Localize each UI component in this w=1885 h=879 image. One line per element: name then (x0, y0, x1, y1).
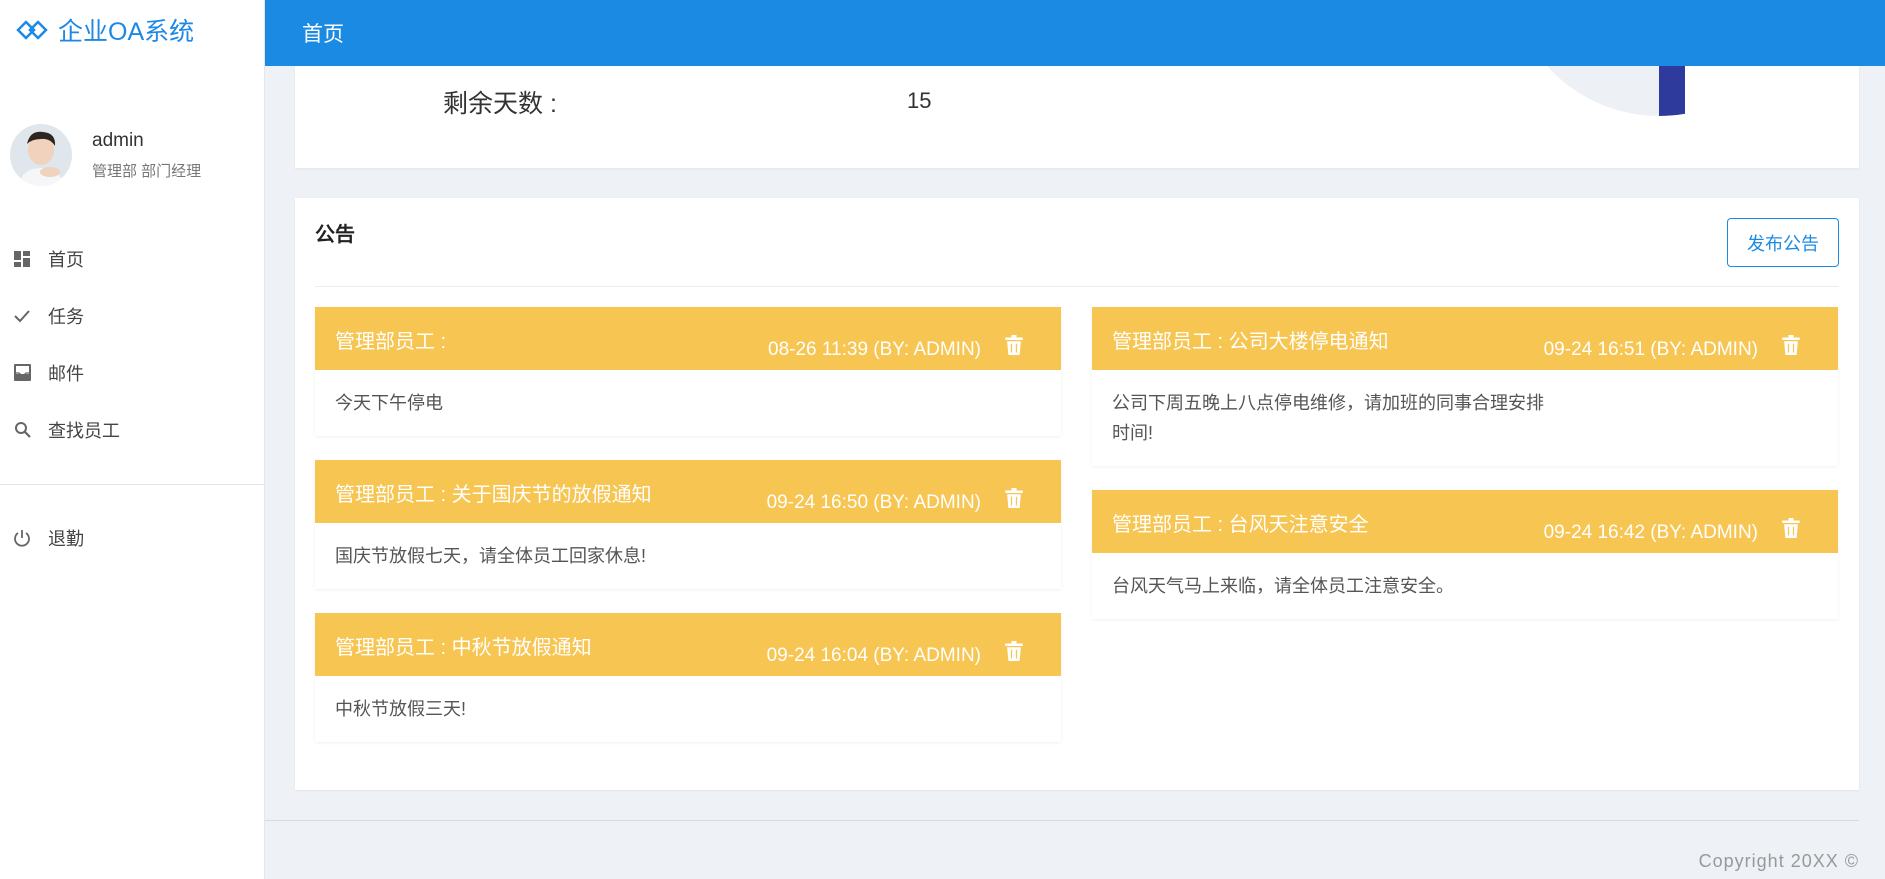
pie-slice-remaining (1547, 66, 1659, 116)
notice-body: 台风天气马上来临，请全体员工注意安全。 (1092, 553, 1838, 619)
brand-title: 企业OA系统 (58, 18, 195, 46)
mail-icon (12, 363, 32, 383)
notice-meta: 08-26 11:39 (BY: ADMIN) (768, 339, 981, 360)
search-icon (12, 420, 32, 440)
notice-title: 管理部员工 : 关于国庆节的放假通知 (335, 484, 652, 506)
user-role: 管理部 部门经理 (92, 162, 202, 180)
logout-label: 退勤 (48, 528, 84, 549)
menu-divider (0, 484, 264, 485)
dashboard-icon (12, 249, 32, 269)
notice-meta: 09-24 16:50 (BY: ADMIN) (766, 492, 981, 513)
trash-icon[interactable] (1005, 488, 1023, 508)
brand[interactable]: 企业OA系统 (0, 0, 264, 60)
notice-header: 管理部员工 : 中秋节放假通知 09-24 16:04 (BY: ADMIN) (315, 613, 1061, 676)
notice-item: 管理部员工 : 台风天注意安全 09-24 16:42 (BY: ADMIN) … (1092, 490, 1838, 619)
notice-item: 管理部员工 : 公司大楼停电通知 09-24 16:51 (BY: ADMIN)… (1092, 307, 1838, 466)
notice-column-right: 管理部员工 : 公司大楼停电通知 09-24 16:51 (BY: ADMIN)… (1092, 307, 1838, 643)
top-header: 首页 (265, 0, 1885, 66)
notice-body: 今天下午停电 (315, 370, 1061, 436)
notice-content: 台风天气马上来临，请全体员工注意安全。 (1112, 576, 1454, 596)
notice-card-title: 公告 (315, 224, 355, 246)
leave-summary-card: 剩余天数 : 15 (295, 66, 1859, 168)
side-menu: 首页 任务 邮件 查找员工 退勤 (0, 230, 264, 566)
notice-body: 国庆节放假七天，请全体员工回家休息! (315, 523, 1061, 589)
trash-icon[interactable] (1782, 518, 1800, 538)
trash-icon[interactable] (1005, 335, 1023, 355)
notice-header: 管理部员工 : 08-26 11:39 (BY: ADMIN) (315, 307, 1061, 370)
sidebar-item-label: 邮件 (48, 363, 84, 384)
pie-slice-used (1659, 66, 1685, 116)
trash-icon[interactable] (1005, 641, 1023, 661)
notice-meta: 09-24 16:51 (BY: ADMIN) (1543, 339, 1758, 360)
notice-header: 管理部员工 : 公司大楼停电通知 09-24 16:51 (BY: ADMIN) (1092, 307, 1838, 370)
power-icon (12, 528, 32, 548)
notice-meta: 09-24 16:04 (BY: ADMIN) (766, 645, 981, 666)
leave-pie-chart (1547, 66, 1685, 116)
notice-item: 管理部员工 : 中秋节放假通知 09-24 16:04 (BY: ADMIN) … (315, 613, 1061, 742)
sidebar-item-label: 任务 (48, 306, 84, 327)
notice-item: 管理部员工 : 关于国庆节的放假通知 09-24 16:50 (BY: ADMI… (315, 460, 1061, 589)
notice-content: 国庆节放假七天，请全体员工回家休息! (335, 546, 646, 566)
sidebar-item-home[interactable]: 首页 (0, 230, 264, 287)
publish-notice-button[interactable]: 发布公告 (1727, 218, 1839, 267)
notice-body: 公司下周五晚上八点停电维修，请加班的同事合理安排时间! (1092, 370, 1838, 466)
notice-card: 公告 发布公告 管理部员工 : 08-26 11:39 (BY: ADMIN) … (295, 198, 1859, 790)
footer-divider (265, 820, 1859, 821)
sidebar-item-mail[interactable]: 邮件 (0, 344, 264, 401)
remaining-days-value: 15 (907, 88, 932, 113)
sidebar-item-label: 查找员工 (48, 420, 120, 441)
notice-content: 公司下周五晚上八点停电维修，请加班的同事合理安排时间! (1112, 393, 1544, 443)
sidebar-item-label: 首页 (48, 249, 84, 270)
notice-meta: 09-24 16:42 (BY: ADMIN) (1543, 522, 1758, 543)
notice-column-left: 管理部员工 : 08-26 11:39 (BY: ADMIN) 今天下午停电 管… (315, 307, 1061, 766)
notice-title: 管理部员工 : (335, 331, 447, 353)
notice-item: 管理部员工 : 08-26 11:39 (BY: ADMIN) 今天下午停电 (315, 307, 1061, 436)
sidebar-item-find-employee[interactable]: 查找员工 (0, 401, 264, 458)
sidebar: 企业OA系统 admin 管理部 部门经理 首页 任务 邮件 查找员工 退勤 (0, 0, 265, 879)
sidebar-item-tasks[interactable]: 任务 (0, 287, 264, 344)
check-icon (12, 306, 32, 326)
notice-content: 今天下午停电 (335, 393, 443, 413)
notice-header: 管理部员工 : 关于国庆节的放假通知 09-24 16:50 (BY: ADMI… (315, 460, 1061, 523)
card-divider (315, 286, 1839, 287)
page-title: 首页 (302, 23, 344, 46)
notice-header: 管理部员工 : 台风天注意安全 09-24 16:42 (BY: ADMIN) (1092, 490, 1838, 553)
logo-icon (16, 20, 48, 40)
notice-content: 中秋节放假三天! (335, 699, 467, 719)
notice-body: 中秋节放假三天! (315, 676, 1061, 742)
user-panel: admin 管理部 部门经理 (0, 60, 264, 220)
notice-title: 管理部员工 : 中秋节放假通知 (335, 637, 592, 659)
avatar[interactable] (10, 124, 72, 186)
trash-icon[interactable] (1782, 335, 1800, 355)
user-name: admin (92, 129, 144, 151)
notice-title: 管理部员工 : 台风天注意安全 (1112, 514, 1369, 536)
notice-title: 管理部员工 : 公司大楼停电通知 (1112, 331, 1389, 353)
logout-button[interactable]: 退勤 (0, 509, 264, 566)
remaining-days-label: 剩余天数 : (443, 90, 557, 118)
copyright: Copyright 20XX © (1698, 851, 1859, 871)
